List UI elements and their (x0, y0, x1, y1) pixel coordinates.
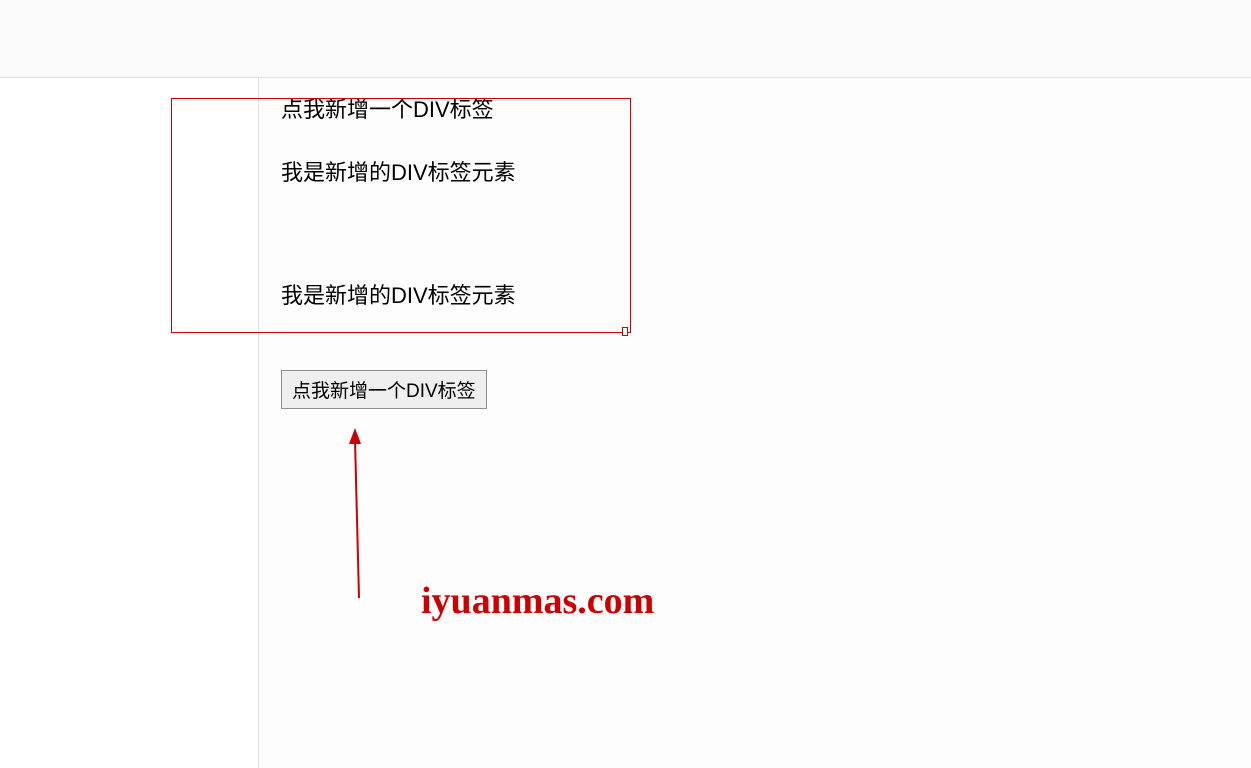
added-div-element-1: 我是新增的DIV标签元素 (281, 155, 516, 187)
add-div-button[interactable]: 点我新增一个DIV标签 (281, 370, 487, 409)
annotation-arrow-icon (345, 428, 365, 600)
watermark-text: iyuanmas.com (421, 579, 654, 623)
top-bar (0, 0, 1251, 78)
added-div-element-2: 我是新增的DIV标签元素 (281, 278, 516, 310)
annotation-resize-handle (622, 327, 628, 336)
heading-text: 点我新增一个DIV标签 (281, 92, 494, 124)
